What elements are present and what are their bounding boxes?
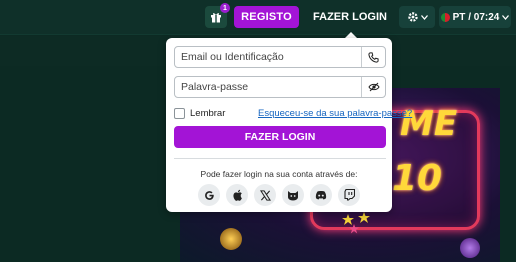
register-button[interactable]: REGISTO [234,6,299,28]
toggle-password-visibility[interactable] [361,77,385,97]
twitch-icon [343,189,355,201]
gear-icon [407,12,418,22]
login-popover: Lembrar Esqueceu-se da sua palavra-passe… [166,38,412,212]
remember-me[interactable]: Lembrar [174,108,225,119]
phone-icon [368,51,379,63]
google-login-button[interactable] [198,184,220,206]
login-toggle-button[interactable]: FAZER LOGIN [309,6,391,28]
chevron-down-icon [502,14,510,20]
password-input[interactable] [175,77,361,97]
coin-decoration [220,228,242,250]
apple-login-button[interactable] [226,184,248,206]
google-icon [204,190,214,200]
forgot-password-link[interactable]: Esqueceu-se da sua palavra-passe? [258,108,412,119]
social-login-text: Pode fazer login na sua conta através de… [200,169,358,179]
twitch-login-button[interactable] [338,184,360,206]
discord-icon [315,190,327,200]
gift-count-badge: 1 [220,3,230,13]
apple-icon [232,189,242,201]
language-time-selector[interactable]: PT / 07:24 [439,6,511,28]
login-submit-button[interactable]: FAZER LOGIN [174,126,386,148]
x-icon [259,189,271,201]
stars-decoration [342,212,370,234]
neon-letters-bottom: 10 [392,158,443,199]
password-field[interactable] [174,76,386,98]
discord-login-button[interactable] [310,184,332,206]
orb-decoration [460,238,480,258]
remember-checkbox[interactable] [174,108,185,119]
email-input[interactable] [175,47,361,67]
gift-icon [211,13,221,23]
steam-icon [288,190,298,200]
portugal-flag-icon [440,12,450,22]
eye-off-icon [367,82,380,92]
x-login-button[interactable] [254,184,276,206]
gift-button[interactable]: 1 [205,3,230,28]
phone-login-toggle[interactable] [361,47,385,67]
divider [174,158,386,159]
social-login-row [166,184,392,206]
settings-button[interactable] [399,6,435,28]
chevron-down-icon [420,14,428,20]
email-field[interactable] [174,46,386,68]
steam-login-button[interactable] [282,184,304,206]
remember-label: Lembrar [190,108,226,119]
language-time-label: PT / 07:24 [452,11,500,23]
